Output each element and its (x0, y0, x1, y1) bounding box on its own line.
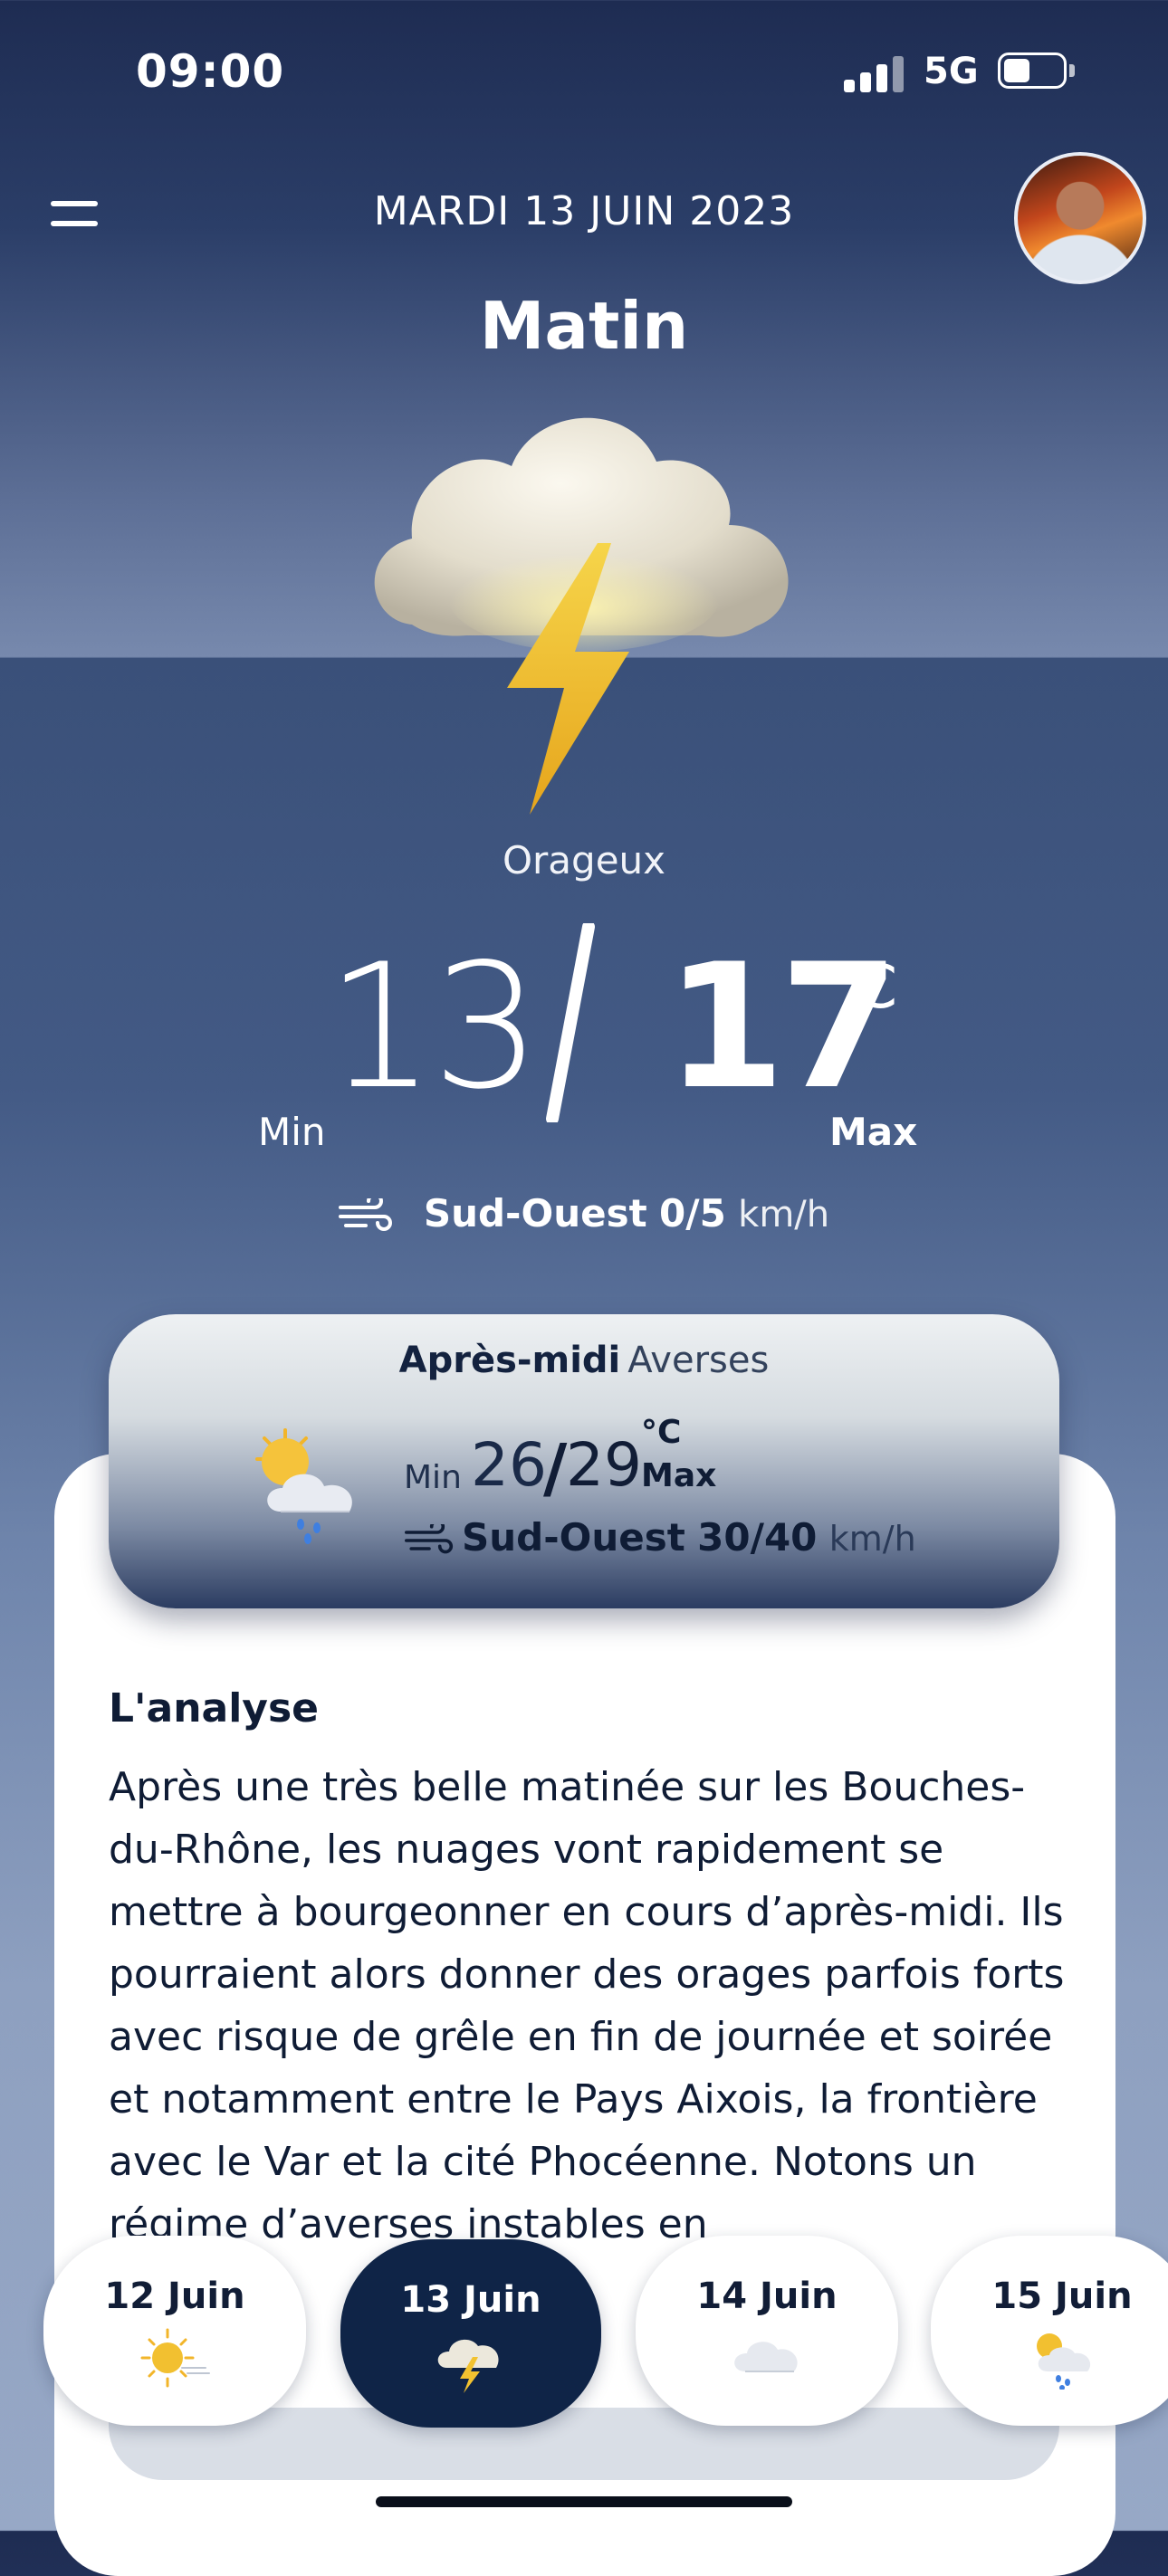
temp-min: 13 (326, 927, 541, 1127)
day-tab-12-juin[interactable]: 12 Juin (43, 2236, 306, 2426)
analysis-text: Après une très belle matinée sur les Bou… (109, 1764, 1065, 2247)
wind-direction: Sud-Ouest (423, 1191, 647, 1236)
afternoon-temp-unit: °C (641, 1414, 682, 1451)
storm-cloud-icon (437, 2339, 499, 2393)
condition-label: Orageux (502, 838, 666, 883)
wind-speed: 0/5 (659, 1191, 726, 1236)
storm-cloud-icon (374, 417, 789, 815)
day-tab-14-juin[interactable]: 14 Juin (636, 2236, 898, 2426)
signal-icon (844, 56, 907, 92)
afternoon-wind-speed: 30/40 (697, 1515, 818, 1560)
afternoon-min-label: Min (404, 1459, 462, 1496)
home-indicator[interactable] (376, 2496, 792, 2507)
day-label: 15 Juin (991, 2275, 1133, 2317)
wind-row: Sud-Ouest 0/5 km/h (0, 1191, 1168, 1236)
status-time: 09:00 (136, 45, 285, 98)
day-label: 12 Juin (104, 2275, 245, 2317)
sun-icon (140, 2328, 210, 2388)
day-label: 14 Juin (696, 2275, 838, 2317)
afternoon-wind-row: Sud-Ouest 30/40 km/h (404, 1515, 916, 1560)
temp-unit: °C (826, 952, 898, 1022)
wind-icon (338, 1197, 392, 1231)
afternoon-header: Après-midi Averses (109, 1340, 1059, 1381)
afternoon-forecast[interactable]: Après-midi Averses Min 26 / 29 °C Max Sud… (109, 1314, 1059, 1608)
avatar[interactable] (1014, 152, 1146, 284)
date-label: MARDI 13 JUIN 2023 (373, 188, 795, 234)
min-label: Min (258, 1110, 326, 1154)
sun-cloud-rain-icon (1037, 2333, 1091, 2390)
period-title: Matin (479, 288, 689, 364)
network-label: 5G (924, 51, 979, 92)
wind-icon (405, 1523, 454, 1553)
afternoon-temp-max: 29 (566, 1430, 642, 1500)
temp-separator (546, 923, 595, 1122)
sun-cloud-rain-icon (255, 1428, 352, 1544)
day-tab-13-juin[interactable]: 13 Juin (340, 2239, 601, 2428)
cloud-icon (734, 2342, 798, 2372)
day-tab-15-juin[interactable]: 15 Juin (931, 2236, 1168, 2426)
afternoon-separator: / (543, 1430, 568, 1506)
max-label: Max (829, 1110, 918, 1154)
afternoon-temp-min: 26 (471, 1430, 547, 1500)
afternoon-wind-direction: Sud-Ouest (462, 1515, 685, 1560)
afternoon-wind-unit: km/h (828, 1519, 916, 1559)
day-label: 13 Juin (400, 2279, 541, 2321)
battery-icon (998, 52, 1077, 91)
afternoon-condition: Averses (627, 1340, 770, 1381)
day-selector-background (109, 2408, 1059, 2480)
afternoon-title: Après-midi (398, 1340, 621, 1381)
afternoon-max-label: Max (641, 1457, 717, 1494)
analysis-title: L'analyse (109, 1685, 320, 1732)
wind-unit: km/h (738, 1194, 830, 1236)
